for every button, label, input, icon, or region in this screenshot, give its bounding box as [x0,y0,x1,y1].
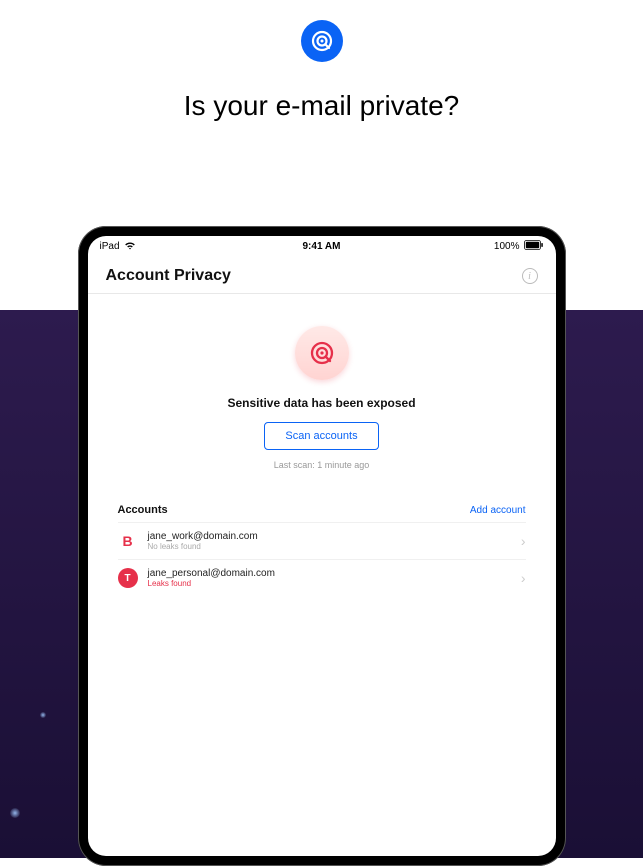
accounts-header: Accounts Add account [118,498,526,522]
account-status: No leaks found [148,542,511,551]
app-logo-icon [301,20,343,62]
screen-header: Account Privacy i [88,255,556,294]
hero-title: Is your e-mail private? [0,90,643,122]
ipad-screen: iPad 9:41 AM 100% Account Privacy i [88,236,556,856]
chevron-right-icon: › [521,533,526,549]
chevron-right-icon: › [521,570,526,586]
account-email: jane_work@domain.com [148,531,511,542]
info-icon[interactable]: i [522,268,538,284]
wifi-icon [124,241,136,253]
clock: 9:41 AM [248,241,396,252]
status-section: Sensitive data has been exposed Scan acc… [88,294,556,490]
carrier-label: iPad [100,241,120,252]
status-bar: iPad 9:41 AM 100% [88,236,556,255]
battery-percent: 100% [494,241,520,252]
star-decoration [10,808,20,818]
account-avatar: B [118,531,138,551]
ipad-device-frame: iPad 9:41 AM 100% Account Privacy i [78,226,566,866]
hero-section: Is your e-mail private? [0,0,643,122]
account-email: jane_personal@domain.com [148,568,511,579]
accounts-section: Accounts Add account B jane_work@domain.… [88,490,556,604]
account-avatar: T [118,568,138,588]
scan-accounts-button[interactable]: Scan accounts [264,422,378,450]
last-scan-label: Last scan: 1 minute ago [108,460,536,470]
page-title: Account Privacy [106,267,231,285]
account-info: jane_personal@domain.com Leaks found [148,568,511,588]
status-message: Sensitive data has been exposed [108,396,536,410]
accounts-title: Accounts [118,504,168,516]
battery-icon [524,240,544,253]
account-row[interactable]: B jane_work@domain.com No leaks found › [118,522,526,559]
star-decoration [40,712,46,718]
alert-icon [295,326,349,380]
account-info: jane_work@domain.com No leaks found [148,531,511,551]
account-row[interactable]: T jane_personal@domain.com Leaks found › [118,559,526,596]
account-status: Leaks found [148,579,511,588]
add-account-button[interactable]: Add account [470,505,526,516]
